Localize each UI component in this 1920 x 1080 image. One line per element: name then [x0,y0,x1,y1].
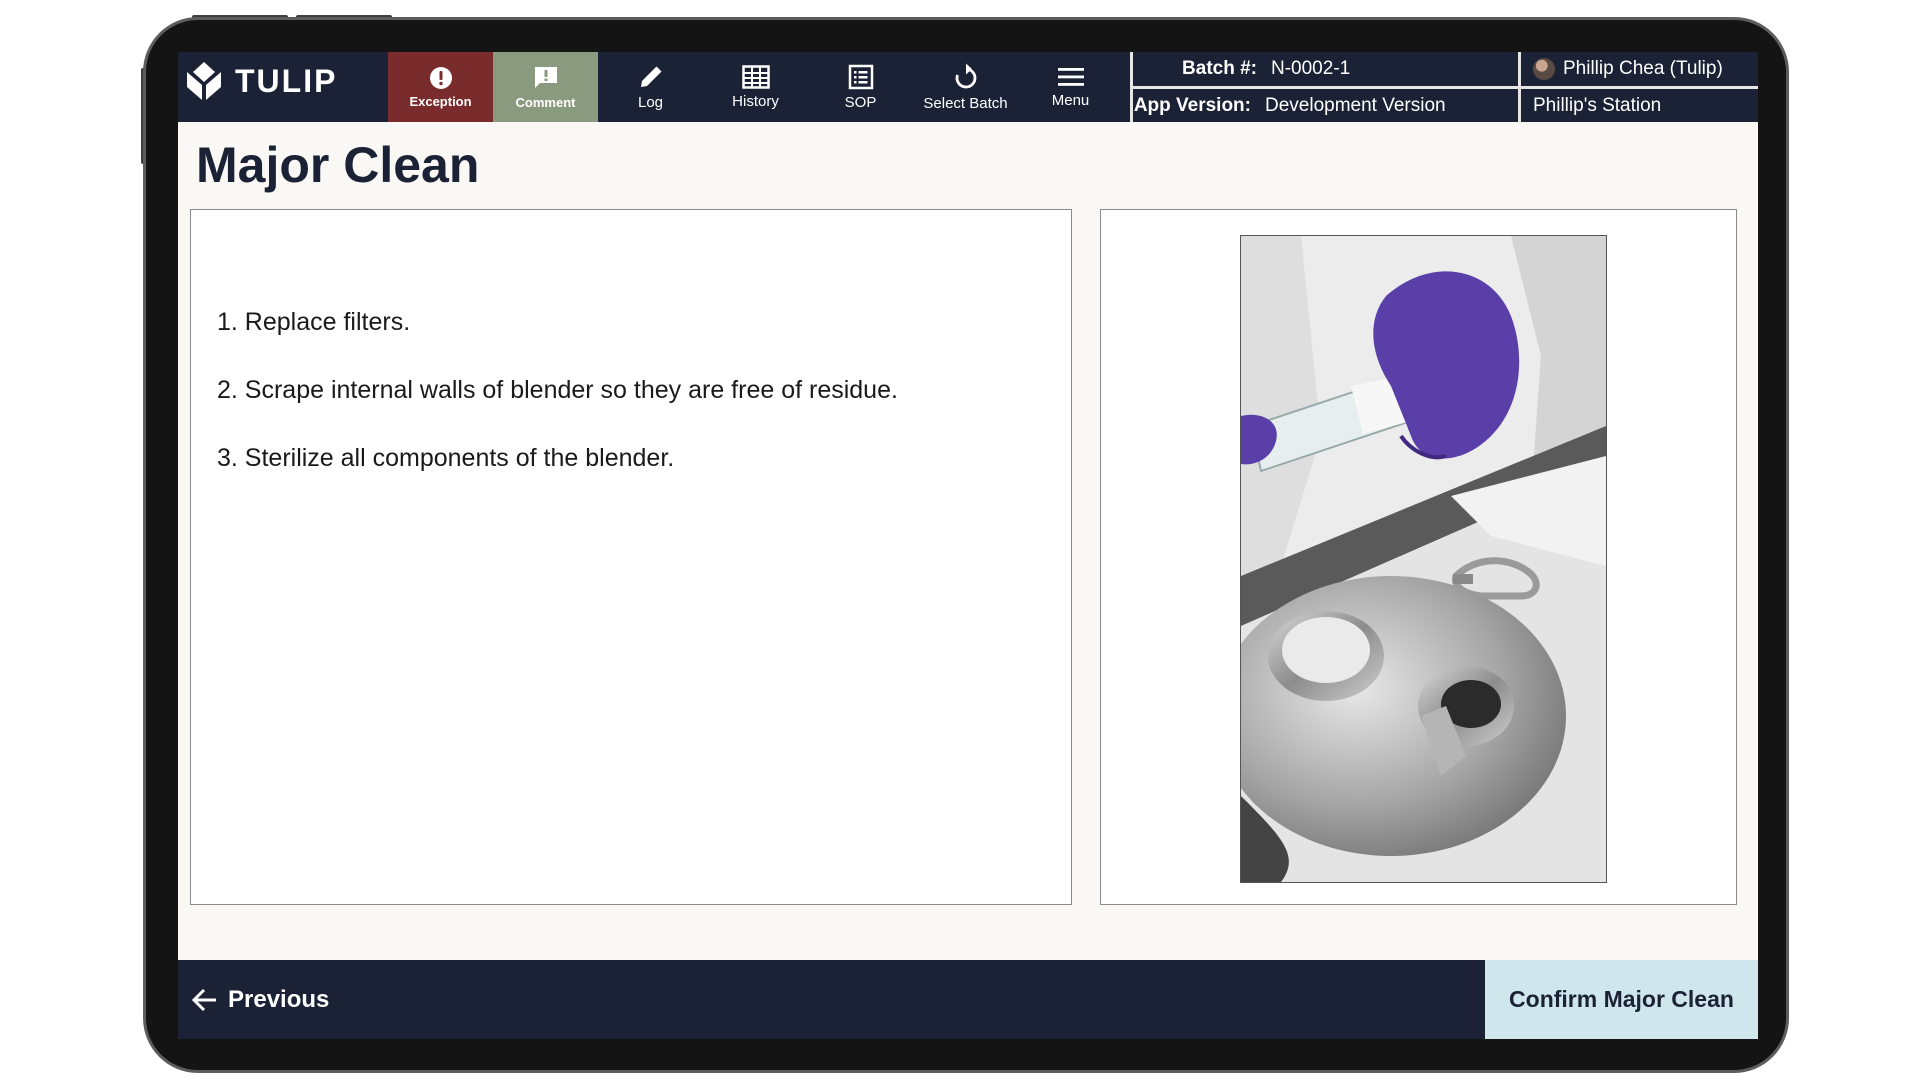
menu-label: Menu [1051,91,1090,109]
batch-info-panel: Batch #: N-0002-1 App Version: Developme… [1130,52,1521,122]
previous-button[interactable]: Previous [178,960,398,1039]
instruction-step: 1. Replace filters. [217,308,411,336]
top-bar: TULIP Exception Comment Log History SOP … [178,52,1758,122]
user-panel: Phillip Chea (Tulip) Phillip's Station [1518,52,1758,122]
page-title: Major Clean [196,137,480,193]
batch-key: Batch #: [1182,58,1257,79]
comment-button[interactable]: Comment [493,52,598,122]
instruction-list: 1. Replace filters. 2. Scrape internal w… [217,308,898,512]
confirm-label: Confirm Major Clean [1509,986,1734,1012]
tulip-logo: TULIP [185,60,337,102]
logo-text: TULIP [235,62,338,99]
table-icon [741,64,770,89]
cleaning-photo [1241,236,1606,882]
batch-value: N-0002-1 [1271,58,1351,79]
station-name: Phillip's Station [1533,95,1662,116]
cleaning-video[interactable] [1240,235,1607,883]
comment-alert-icon [534,66,557,88]
log-label: Log [637,93,664,111]
alert-circle-icon [429,66,452,89]
select-batch-button[interactable]: Select Batch [913,52,1018,122]
arrow-left-icon [192,988,218,1012]
history-label: History [732,92,779,110]
hamburger-menu-icon [1057,67,1084,86]
previous-label: Previous [228,985,330,1013]
menu-button[interactable]: Menu [1018,52,1123,122]
instructions-panel: 1. Replace filters. 2. Scrape internal w… [190,209,1072,905]
exception-button[interactable]: Exception [388,52,493,122]
sop-label: SOP [844,93,877,111]
exception-label: Exception [409,93,472,109]
pencil-icon [640,66,661,87]
app-screen: TULIP Exception Comment Log History SOP … [178,52,1758,1039]
media-panel [1100,209,1737,905]
sop-button[interactable]: SOP [808,52,913,122]
station-row: Phillip's Station [1518,89,1758,123]
select-batch-label: Select Batch [923,94,1008,112]
comment-label: Comment [515,94,576,110]
batch-row: Batch #: N-0002-1 [1133,52,1518,89]
footer-bar: Previous Confirm Major Clean [178,960,1758,1039]
app-version-key: App Version: [1133,95,1251,116]
confirm-major-clean-button[interactable]: Confirm Major Clean [1485,960,1758,1039]
history-button[interactable]: History [703,52,808,122]
tulip-logo-icon [187,62,221,100]
user-name: Phillip Chea (Tulip) [1563,58,1723,79]
instruction-step: 3. Sterilize all components of the blend… [217,444,675,472]
refresh-icon [955,63,976,88]
avatar [1533,58,1555,80]
instruction-step: 2. Scrape internal walls of blender so t… [217,376,898,404]
log-button[interactable]: Log [598,52,703,122]
app-version-row: App Version: Development Version [1133,89,1518,123]
app-version-value: Development Version [1265,95,1446,116]
document-list-icon [848,64,873,89]
user-row: Phillip Chea (Tulip) [1518,52,1758,89]
